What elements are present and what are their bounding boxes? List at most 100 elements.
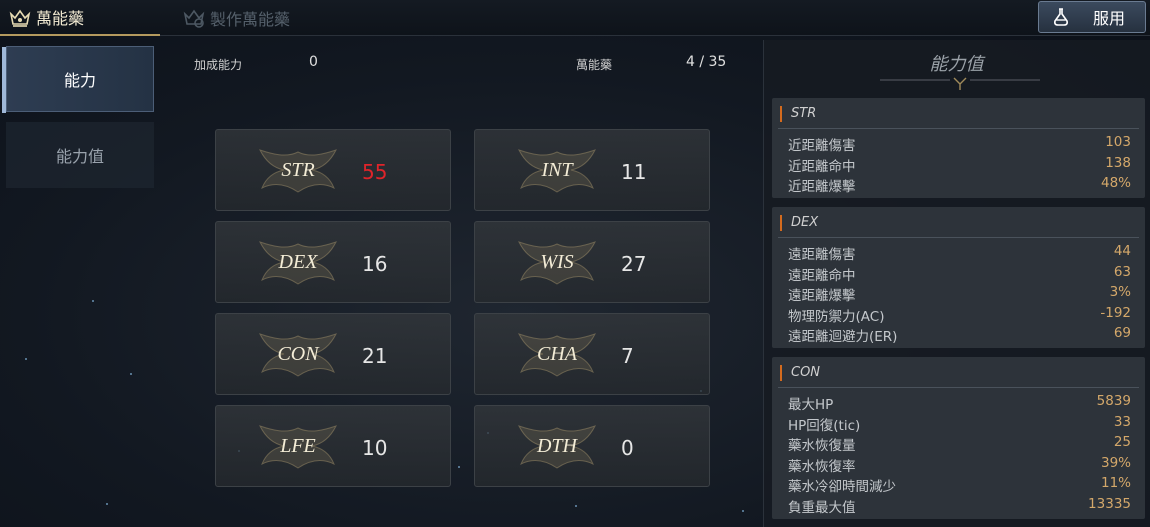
stat-row-value: -192	[1100, 304, 1131, 321]
ornament-divider-icon	[880, 77, 1040, 90]
stat-row: HP回復(tic) 33	[788, 414, 1131, 434]
stat-value: 21	[362, 344, 388, 368]
group-title: STR	[780, 106, 816, 122]
stat-row-label: 近距離命中	[788, 158, 856, 175]
stat-row-label: 近距離傷害	[788, 138, 856, 154]
stat-row-label: 遠距離迴避力(ER)	[788, 329, 898, 346]
tab-craft-elixir-label: 製作萬能藥	[210, 10, 291, 29]
nav-ability-label: 能力	[63, 71, 96, 90]
stat-value: 7	[621, 344, 634, 368]
stat-row-value: 5839	[1096, 393, 1131, 409]
tab-elixir[interactable]: 萬能藥	[0, 0, 160, 36]
stat-value: 11	[621, 160, 647, 184]
group-divider	[778, 387, 1139, 388]
particle	[106, 503, 108, 505]
stat-row: 遠距離爆擊 3%	[788, 284, 1131, 304]
stat-card-con: CON 21	[215, 313, 451, 395]
use-button-label: 服用	[1093, 9, 1126, 28]
stat-name: DEX	[278, 251, 318, 273]
stat-row-value: 13335	[1088, 496, 1131, 512]
particle	[92, 300, 94, 302]
particle	[130, 373, 132, 375]
stat-card-int: INT 11	[474, 129, 710, 211]
stat-row-label: 藥水恢復量	[788, 438, 856, 455]
group-divider	[778, 237, 1139, 238]
stat-name: WIS	[540, 251, 574, 273]
stat-row: 藥水冷卻時間減少 11%	[788, 475, 1131, 495]
stat-value: 10	[362, 436, 388, 460]
stat-row: 負重最大值 13335	[788, 496, 1131, 516]
stat-row: 遠距離迴避力(ER) 69	[788, 325, 1131, 345]
panel-title: 能力值	[929, 54, 984, 75]
stat-value: 16	[362, 252, 388, 276]
crown-gear-icon	[183, 9, 205, 28]
stat-row-label: 近距離爆擊	[788, 179, 856, 196]
stat-row: 最大HP 5839	[788, 393, 1131, 413]
tab-craft-elixir[interactable]: 製作萬能藥	[180, 0, 340, 36]
group-divider	[778, 128, 1139, 129]
elixir-label: 萬能藥	[576, 58, 613, 72]
stat-card-dex: DEX 16	[215, 221, 451, 303]
stat-row-label: 遠距離爆擊	[788, 288, 856, 305]
stat-row-value: 25	[1113, 434, 1131, 451]
stat-row-value: 48%	[1100, 175, 1131, 192]
stat-group-con: CON 最大HP 5839 HP回復(tic) 33 藥水恢復量 25 藥水恢復率 39% 藥水冷…	[772, 357, 1145, 519]
stat-card-dth: DTH 0	[474, 405, 710, 487]
stat-row: 近距離命中 138	[788, 155, 1131, 175]
elixir-count: 4 / 35	[686, 54, 727, 70]
stat-card-wis: WIS 27	[474, 221, 710, 303]
stat-group-dex: DEX 遠距離傷害 44 遠距離命中 63 遠距離爆擊 3% 物理防禦力(AC) -192 遠距離…	[772, 207, 1145, 348]
stat-name: INT	[541, 159, 573, 181]
stat-row-value: 63	[1113, 263, 1131, 280]
stat-value: 55	[362, 160, 388, 184]
stat-row-value: 33	[1113, 413, 1131, 430]
crown-icon	[9, 9, 31, 27]
stat-row: 物理防禦力(AC) -192	[788, 305, 1131, 325]
stat-row: 近距離爆擊 48%	[788, 175, 1131, 195]
particle	[575, 505, 577, 507]
group-title: DEX	[780, 215, 818, 231]
stat-row-value: 69	[1113, 325, 1131, 342]
stat-name: CHA	[537, 343, 577, 365]
stat-name: DTH	[536, 435, 577, 457]
stat-row: 遠距離命中 63	[788, 264, 1131, 284]
stat-row: 藥水恢復率 39%	[788, 455, 1131, 475]
stat-row: 遠距離傷害 44	[788, 243, 1131, 263]
stat-row-label: 負重最大值	[788, 500, 856, 516]
stat-row-value: 138	[1105, 154, 1131, 171]
stat-name: LFE	[280, 435, 316, 457]
particle	[742, 510, 744, 512]
stat-row-label: 最大HP	[788, 397, 834, 413]
bonus-value: 0	[309, 54, 318, 70]
stat-row-value: 3%	[1109, 284, 1131, 301]
stat-card-cha: CHA 7	[474, 313, 710, 395]
stat-row-value: 11%	[1100, 475, 1131, 492]
use-button[interactable]: 服用	[1038, 1, 1146, 33]
top-bar: 萬能藥 製作萬能藥 服用	[0, 0, 1150, 36]
stat-row-value: 44	[1113, 243, 1131, 259]
potion-icon	[1054, 8, 1068, 26]
stat-row-label: HP回復(tic)	[788, 417, 861, 434]
stat-row-label: 藥水冷卻時間減少	[788, 479, 896, 496]
nav-ability[interactable]: 能力	[2, 46, 154, 113]
stat-name: CON	[277, 343, 319, 365]
nav-ability-values[interactable]: 能力值	[6, 122, 154, 188]
stat-value: 0	[621, 436, 634, 460]
bonus-label: 加成能力	[194, 58, 243, 72]
group-title: CON	[780, 365, 820, 381]
stat-card-str: STR 55	[215, 129, 451, 211]
particle	[25, 358, 27, 360]
stat-row-label: 遠距離命中	[788, 267, 856, 284]
stat-row-value: 103	[1105, 134, 1131, 150]
stat-row-value: 39%	[1100, 454, 1131, 471]
particle	[458, 466, 460, 468]
stat-group-str: STR 近距離傷害 103 近距離命中 138 近距離爆擊 48%	[772, 98, 1145, 198]
stat-row-label: 藥水恢復率	[788, 458, 856, 475]
stat-name: STR	[281, 159, 315, 181]
tab-elixir-label: 萬能藥	[36, 9, 85, 28]
stat-row: 藥水恢復量 25	[788, 434, 1131, 454]
stat-row: 近距離傷害 103	[788, 134, 1131, 154]
stat-row-label: 物理防禦力(AC)	[788, 308, 885, 325]
stat-value: 27	[621, 252, 647, 276]
stat-row-label: 遠距離傷害	[788, 247, 856, 263]
